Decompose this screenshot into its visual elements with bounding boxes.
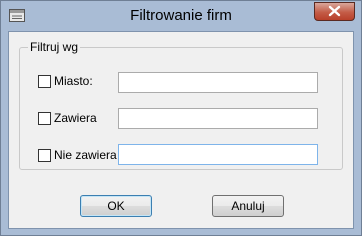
close-icon (328, 5, 341, 17)
checkbox-miasto[interactable] (38, 75, 51, 88)
miasto-input[interactable] (118, 72, 318, 93)
dialog-client-area: Filtruj wg Miasto: Zawiera Nie zawiera O… (8, 31, 354, 229)
nie-zawiera-input[interactable] (118, 144, 318, 165)
checkbox-zawiera[interactable] (38, 112, 51, 125)
checkbox-nie-zawiera[interactable] (38, 149, 51, 162)
filter-group-legend: Filtruj wg (28, 40, 81, 54)
label-zawiera[interactable]: Zawiera (54, 111, 97, 125)
cancel-button[interactable]: Anuluj (212, 195, 284, 217)
filter-groupbox: Filtruj wg Miasto: Zawiera Nie zawiera (19, 40, 343, 170)
ok-button[interactable]: OK (80, 195, 152, 217)
title-bar: Filtrowanie firm (1, 1, 361, 31)
window-title: Filtrowanie firm (130, 7, 232, 24)
label-nie-zawiera[interactable]: Nie zawiera (54, 148, 117, 162)
close-button[interactable] (314, 2, 355, 21)
zawiera-input[interactable] (118, 108, 318, 129)
dialog-window: Filtrowanie firm Filtruj wg Miasto: Zawi… (0, 0, 362, 236)
label-miasto[interactable]: Miasto: (54, 74, 93, 88)
